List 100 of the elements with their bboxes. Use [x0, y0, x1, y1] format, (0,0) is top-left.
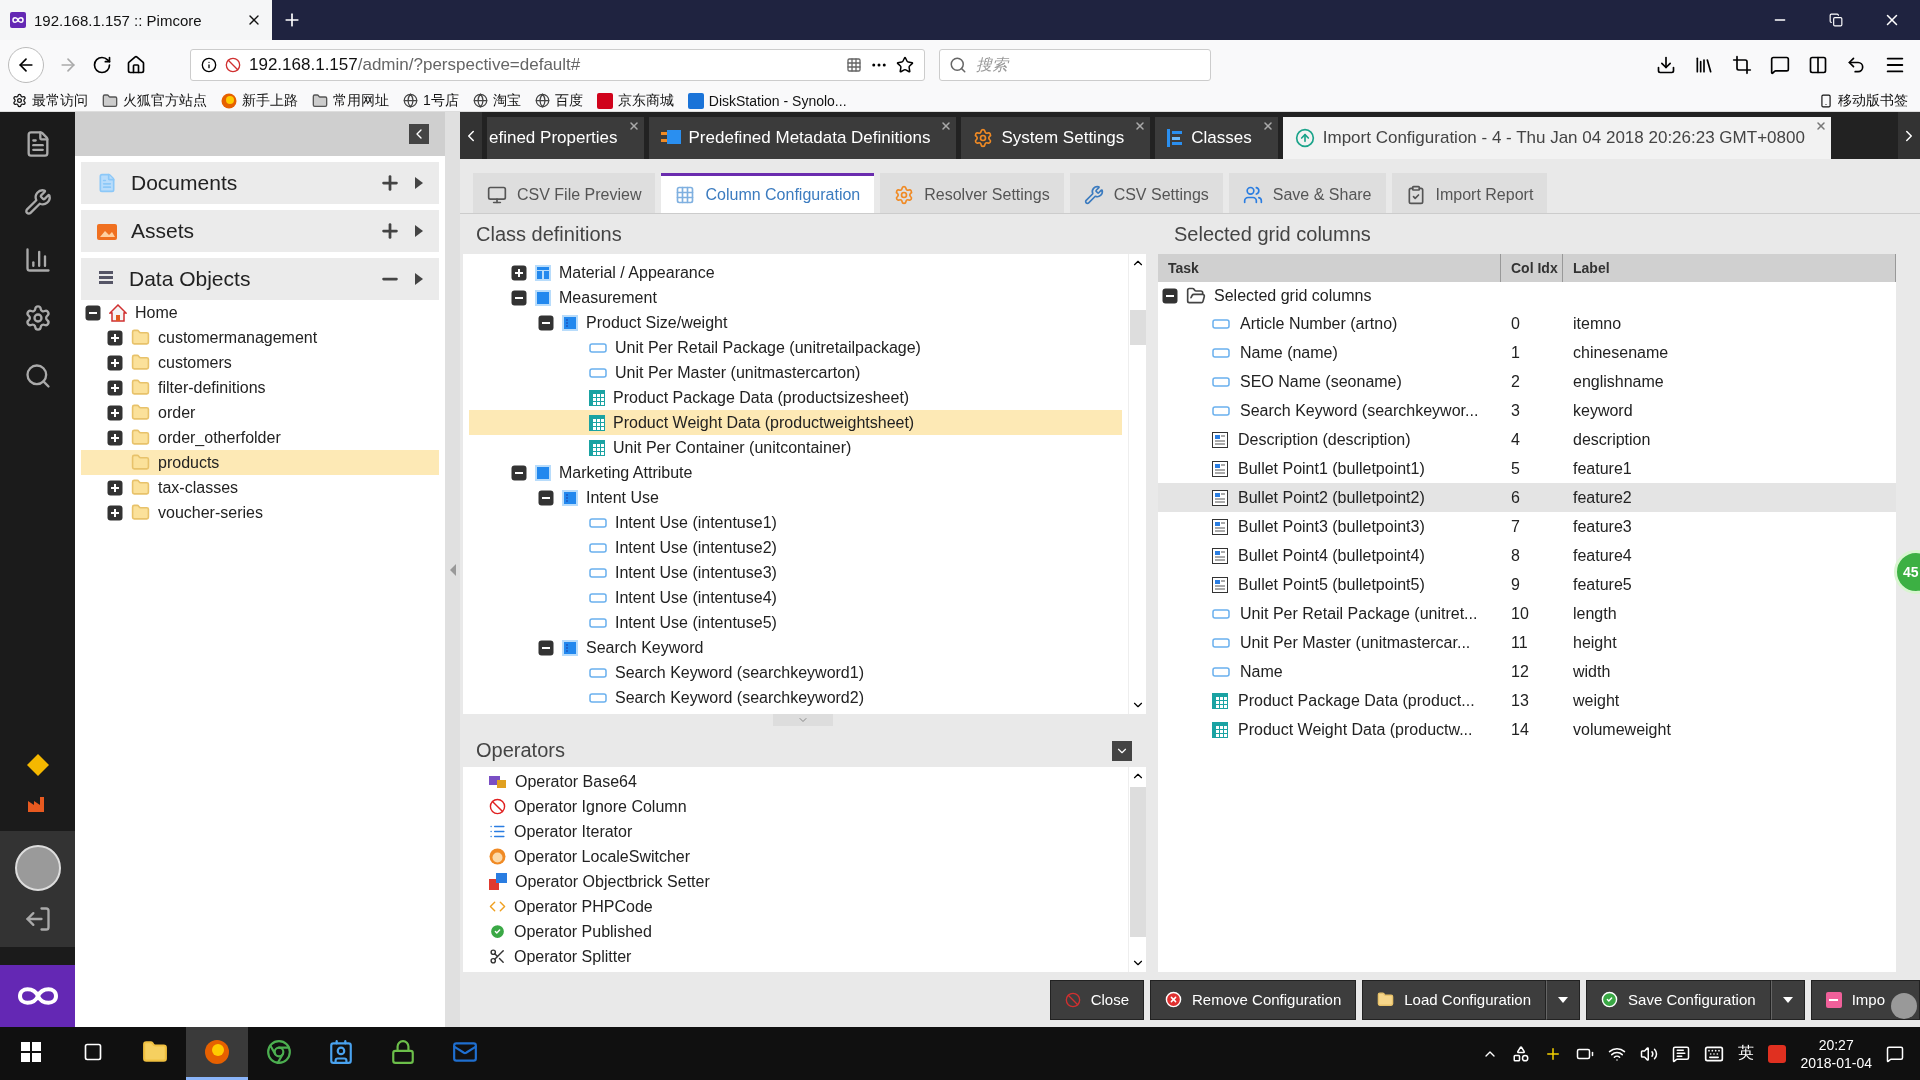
- sidebar-icon[interactable]: [1808, 54, 1828, 75]
- home-icon[interactable]: [126, 54, 146, 75]
- tree-row[interactable]: Marketing Attribute: [469, 460, 1122, 486]
- tree-row[interactable]: Product Size/weight: [469, 310, 1122, 336]
- operator-item[interactable]: Operator Objectbrick Setter: [463, 869, 1128, 895]
- column-header[interactable]: Task: [1158, 254, 1501, 283]
- scrollbar[interactable]: [1128, 767, 1146, 973]
- search-icon[interactable]: [23, 362, 52, 391]
- tree-row[interactable]: Home: [81, 300, 439, 326]
- grid-row[interactable]: Unit Per Master (unitmastercar... 11 height: [1158, 628, 1896, 658]
- scrollbar[interactable]: [1128, 254, 1146, 715]
- caret-icon[interactable]: [415, 177, 423, 190]
- download-icon[interactable]: [1656, 54, 1676, 75]
- tree-row[interactable]: Material / Appearance: [469, 260, 1122, 286]
- grid-row[interactable]: Product Package Data (product... 13 weight: [1158, 686, 1896, 716]
- scroll-left-button[interactable]: [460, 112, 482, 160]
- grid-row[interactable]: Bullet Point1 (bulletpoint1) 5 feature1: [1158, 454, 1896, 484]
- clock[interactable]: 20:27 2018-01-04: [1800, 1035, 1872, 1072]
- tab[interactable]: Classes: [1155, 117, 1278, 160]
- input-method[interactable]: 英: [1738, 1043, 1755, 1065]
- undo-icon[interactable]: [1846, 54, 1866, 75]
- caret-icon[interactable]: [415, 273, 423, 286]
- expand-icon[interactable]: [107, 329, 123, 346]
- tab[interactable]: efined Properties: [487, 117, 644, 160]
- expand-icon[interactable]: [107, 354, 123, 371]
- bookmark[interactable]: 淘宝: [472, 91, 521, 110]
- bookmark[interactable]: 1号店: [403, 91, 459, 110]
- browser-logo-icon[interactable]: [204, 1039, 230, 1066]
- tree-row[interactable]: tax-classes: [81, 475, 439, 501]
- grid-row[interactable]: Search Keyword (searchkeywor... 3 keyword: [1158, 396, 1896, 426]
- grid-row[interactable]: Unit Per Retail Package (unitret... 10 length: [1158, 599, 1896, 629]
- contacts-icon[interactable]: [328, 1039, 354, 1066]
- expand-icon[interactable]: [107, 404, 123, 421]
- column-header[interactable]: Label: [1563, 254, 1896, 283]
- scrollbar-thumb[interactable]: [1129, 787, 1146, 938]
- tree-row[interactable]: Intent Use (intentuse1): [469, 510, 1122, 536]
- grid-row[interactable]: Bullet Point3 (bulletpoint3) 7 feature3: [1158, 512, 1896, 542]
- tree-row[interactable]: Unit Per Master (unitmastercarton): [469, 360, 1122, 386]
- tab[interactable]: Predefined Metadata Definitions: [648, 117, 957, 160]
- grid-row[interactable]: Bullet Point4 (bulletpoint4) 8 feature4: [1158, 541, 1896, 571]
- tree-row[interactable]: Intent Use (intentuse5): [469, 610, 1122, 636]
- operator-item[interactable]: Operator Ignore Column: [463, 794, 1128, 820]
- back-button[interactable]: [8, 46, 44, 83]
- toolbar-button[interactable]: Save Configuration: [1586, 979, 1771, 1020]
- toolbar-button[interactable]: Close: [1049, 979, 1145, 1020]
- operator-item[interactable]: Operator Base64: [463, 769, 1128, 795]
- tree-row[interactable]: Measurement: [469, 285, 1122, 311]
- bookmark[interactable]: 火狐官方站点: [102, 91, 207, 110]
- operator-item[interactable]: Operator Iterator: [463, 819, 1128, 845]
- reload-icon[interactable]: [92, 54, 112, 75]
- accordion-header[interactable]: Documents: [81, 162, 439, 205]
- crop-icon[interactable]: [1732, 54, 1752, 75]
- wrench-icon[interactable]: [23, 188, 52, 217]
- collapse-icon[interactable]: [511, 464, 527, 481]
- tree-row[interactable]: Unit Per Retail Package (unitretailpackage): [469, 335, 1122, 361]
- browser-tab[interactable]: 192.168.1.157 :: Pimcore: [0, 0, 272, 40]
- tab[interactable]: Save & Share: [1228, 173, 1386, 214]
- grid-row[interactable]: Name 12 width: [1158, 657, 1896, 687]
- collapse-handle[interactable]: [773, 714, 833, 727]
- tree-row[interactable]: products: [81, 450, 439, 476]
- browser-logo-icon[interactable]: [266, 1039, 292, 1066]
- collapse-icon[interactable]: [511, 289, 527, 306]
- collapse-icon[interactable]: [538, 489, 554, 506]
- tab[interactable]: Import Configuration - 4 - Thu Jan 04 2018 20:26:23 GMT+0800: [1282, 117, 1831, 160]
- grid-row[interactable]: SEO Name (seoname) 2 englishname: [1158, 367, 1896, 397]
- tree-row[interactable]: Product Weight Data (productweightsheet): [469, 410, 1122, 436]
- qr-code-icon[interactable]: [846, 56, 862, 73]
- bookmark[interactable]: 新手上路: [221, 91, 298, 110]
- notes-icon[interactable]: [1672, 1044, 1691, 1063]
- expand-icon[interactable]: [511, 264, 527, 281]
- tab[interactable]: Resolver Settings: [880, 173, 1064, 214]
- bookmark[interactable]: 京东商城: [596, 91, 674, 110]
- tree-row[interactable]: Unit Per Container (unitcontainer): [469, 435, 1122, 461]
- column-header[interactable]: Col Idx: [1501, 254, 1563, 283]
- collapse-panel-button[interactable]: [409, 124, 429, 145]
- address-field[interactable]: 192.168.1.157/admin/?perspective=default#: [190, 48, 925, 81]
- tree-row[interactable]: Intent Use (intentuse3): [469, 560, 1122, 586]
- chat-icon[interactable]: [1770, 54, 1790, 75]
- operator-item[interactable]: Operator Published: [463, 919, 1128, 945]
- caret-icon[interactable]: [415, 225, 423, 238]
- scroll-right-button[interactable]: [1898, 112, 1920, 160]
- dropdown-button[interactable]: [1770, 979, 1805, 1020]
- collapse-icon[interactable]: [85, 304, 101, 321]
- expand-icon[interactable]: [107, 504, 123, 521]
- volume-icon[interactable]: [1640, 1044, 1659, 1063]
- tab[interactable]: Import Report: [1391, 173, 1548, 214]
- toolbar-button[interactable]: Remove Configuration: [1150, 979, 1357, 1020]
- collapse-icon[interactable]: [1162, 287, 1178, 304]
- grid-row[interactable]: Name (name) 1 chinesename: [1158, 338, 1896, 368]
- task-view-icon[interactable]: [83, 1042, 103, 1063]
- tray-app-icon[interactable]: [1512, 1044, 1531, 1063]
- app-logo[interactable]: [0, 965, 75, 1028]
- accordion-header[interactable]: Assets: [81, 210, 439, 253]
- grid-row[interactable]: Bullet Point5 (bulletpoint5) 9 feature5: [1158, 570, 1896, 600]
- bar-chart-icon[interactable]: [23, 246, 52, 275]
- scrollbar-thumb[interactable]: [1129, 310, 1146, 346]
- grid-row[interactable]: Description (description) 4 description: [1158, 425, 1896, 455]
- tree-row[interactable]: Search Keyword (searchkeyword2): [469, 685, 1122, 711]
- search-field[interactable]: 搜索: [939, 48, 1211, 81]
- tree-row[interactable]: Intent Use (intentuse4): [469, 585, 1122, 611]
